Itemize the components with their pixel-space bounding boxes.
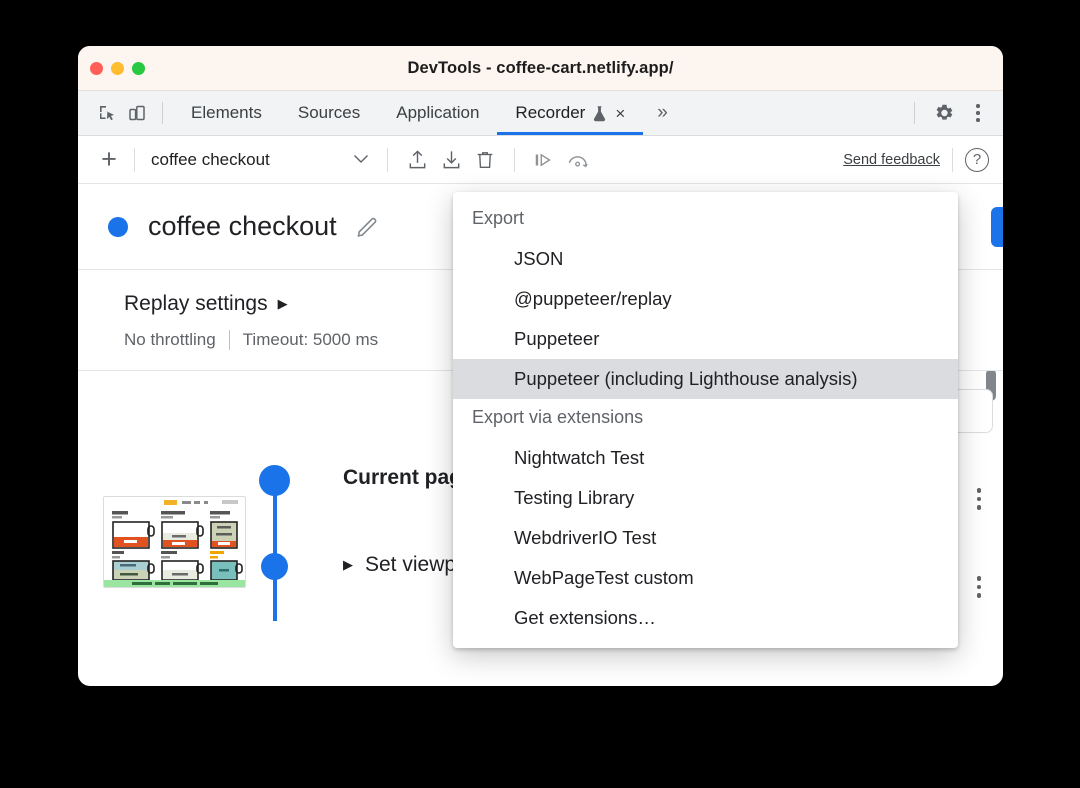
tabstrip-divider (162, 102, 163, 124)
menu-item-nightwatch-test[interactable]: Nightwatch Test (453, 438, 958, 478)
close-icon[interactable]: × (615, 105, 625, 122)
tab-label: Sources (298, 103, 360, 123)
tab-label: Elements (191, 103, 262, 123)
replay-settings-label: Replay settings (124, 292, 268, 316)
page-screenshot-thumbnail (103, 496, 246, 588)
new-recording-button[interactable]: + (96, 146, 122, 173)
import-download-icon[interactable] (434, 145, 468, 175)
inspect-element-icon[interactable] (92, 98, 122, 128)
tab-elements[interactable]: Elements (173, 91, 280, 135)
window-titlebar: DevTools - coffee-cart.netlify.app/ (78, 46, 1003, 91)
status-badge (108, 217, 128, 237)
toolbar-divider-4 (952, 148, 953, 172)
export-dropdown-menu: Export JSON @puppeteer/replay Puppeteer … (453, 192, 958, 648)
menu-item-puppeteer[interactable]: Puppeteer (453, 319, 958, 359)
menu-item-testing-library[interactable]: Testing Library (453, 478, 958, 518)
toolbar-right-controls: Send feedback ? (843, 148, 989, 172)
replay-button[interactable]: Replay (991, 207, 1003, 247)
chevron-right-icon: ▶ (343, 557, 353, 573)
chevron-down-icon (353, 152, 375, 167)
timeline-dot (259, 465, 290, 496)
flask-icon (592, 105, 607, 122)
timeline-dot (261, 553, 288, 580)
tab-sources[interactable]: Sources (280, 91, 378, 135)
step-menu-icon[interactable] (977, 576, 982, 598)
summary-divider (229, 330, 230, 350)
minimize-window-button[interactable] (111, 62, 124, 75)
recording-select[interactable]: coffee checkout (147, 150, 375, 170)
traffic-lights (90, 46, 145, 91)
menu-item-puppeteer-replay[interactable]: @puppeteer/replay (453, 279, 958, 319)
screen: DevTools - coffee-cart.netlify.app/ (0, 0, 1080, 788)
menu-group-title-extensions: Export via extensions (453, 399, 958, 438)
menu-item-get-extensions[interactable]: Get extensions… (453, 598, 958, 638)
tab-label: Recorder (515, 103, 585, 123)
devtools-tabs: Elements Sources Application Recorder × (173, 91, 643, 135)
step-menu-icon[interactable] (977, 488, 982, 510)
window-title: DevTools - coffee-cart.netlify.app/ (78, 59, 1003, 78)
help-icon[interactable]: ? (965, 148, 989, 172)
page-title: coffee checkout (148, 211, 337, 242)
recording-select-value: coffee checkout (151, 150, 270, 170)
pencil-icon[interactable] (355, 214, 380, 239)
devtools-tabstrip: Elements Sources Application Recorder × (78, 91, 1003, 136)
step-over-icon[interactable] (527, 145, 561, 175)
trash-icon[interactable] (468, 145, 502, 175)
menu-item-webdriverio-test[interactable]: WebdriverIO Test (453, 518, 958, 558)
tabstrip-right-controls (904, 98, 993, 128)
tab-recorder[interactable]: Recorder × (497, 91, 643, 135)
send-feedback-link[interactable]: Send feedback (843, 152, 940, 168)
chevron-right-icon: ▶ (278, 296, 288, 312)
timeout-value: Timeout: 5000 ms (243, 330, 378, 350)
tabstrip-divider-right (914, 102, 915, 124)
toolbar-divider-1 (134, 148, 135, 172)
more-tabs-icon[interactable]: » (643, 102, 682, 124)
export-upload-icon[interactable] (400, 145, 434, 175)
tab-application[interactable]: Application (378, 91, 497, 135)
close-window-button[interactable] (90, 62, 103, 75)
menu-item-webpagetest-custom[interactable]: WebPageTest custom (453, 558, 958, 598)
toolbar-divider-2 (387, 148, 388, 172)
kebab-menu-icon[interactable] (963, 98, 993, 128)
menu-group-title-export: Export (453, 200, 958, 239)
device-toolbar-icon[interactable] (122, 98, 152, 128)
menu-item-json[interactable]: JSON (453, 239, 958, 279)
throttling-value: No throttling (124, 330, 216, 350)
gear-icon[interactable] (929, 98, 959, 128)
menu-item-puppeteer-lighthouse[interactable]: Puppeteer (including Lighthouse analysis… (453, 359, 958, 399)
maximize-window-button[interactable] (132, 62, 145, 75)
replay-speed-icon[interactable] (561, 145, 595, 175)
toolbar-divider-3 (514, 148, 515, 172)
tab-label: Application (396, 103, 479, 123)
recorder-toolbar: + coffee checkout (78, 136, 1003, 184)
